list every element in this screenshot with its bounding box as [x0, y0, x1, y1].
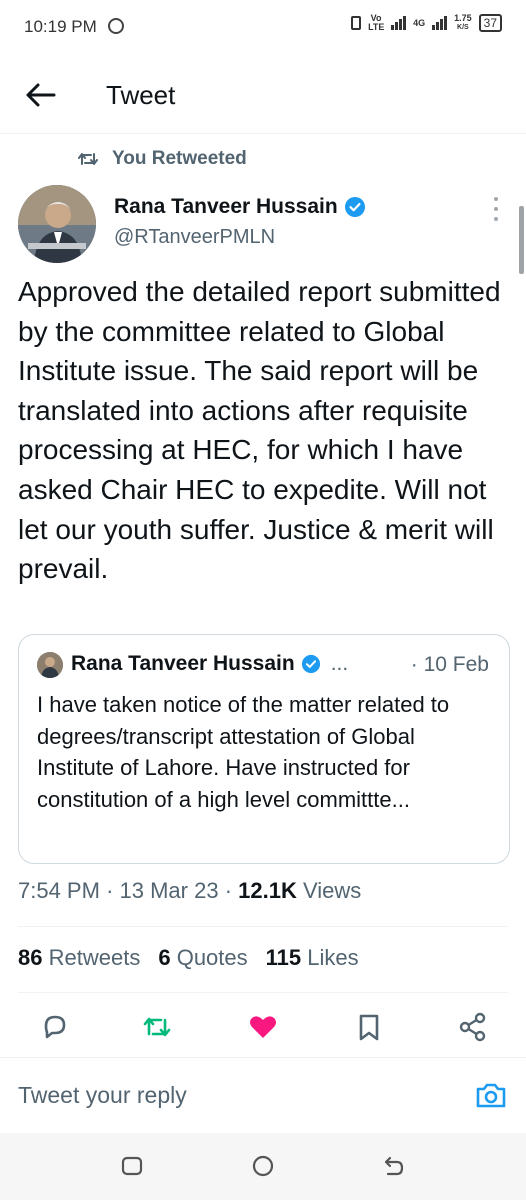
top-bar: Tweet [0, 58, 526, 134]
scrollbar[interactable] [519, 206, 524, 274]
system-nav-bar [0, 1133, 526, 1200]
meta-separator: · [224, 878, 239, 903]
quoted-handle-truncated: ... [330, 652, 349, 675]
volte-label: Vo LTE [368, 13, 385, 32]
tweet-text: Approved the detailed report submitted b… [18, 276, 501, 585]
status-time: 10:19 PM [24, 17, 97, 36]
speed-value: 1.75 [454, 13, 472, 23]
signal-icon-2 [432, 16, 448, 30]
status-bar: 10:19 PM Vo LTE 4G 1.75 K/S 37 [0, 0, 526, 58]
reply-icon[interactable] [38, 1010, 72, 1044]
author-name-row[interactable]: Rana Tanveer Hussain [114, 195, 366, 219]
reply-input[interactable] [18, 1082, 398, 1109]
quoted-author-row: Rana Tanveer Hussain ... [71, 652, 348, 676]
quoted-avatar-image [37, 652, 63, 678]
vibrate-icon [351, 16, 362, 30]
whatsapp-icon [108, 18, 124, 34]
quotes-label: Quotes [176, 945, 248, 970]
quotes-stat[interactable]: 6 Quotes [158, 945, 247, 971]
divider [18, 992, 508, 993]
bookmark-icon[interactable] [352, 1010, 386, 1044]
tweet-time: 7:54 PM [18, 878, 100, 903]
more-options-icon[interactable] [493, 197, 499, 221]
network-label: 4G [413, 17, 426, 28]
retweets-label: Retweets [48, 945, 141, 970]
meta-separator: · [106, 878, 120, 903]
verified-badge-icon [301, 654, 320, 674]
divider [18, 926, 508, 927]
home-icon[interactable] [250, 1153, 276, 1179]
quoted-text: I have taken notice of the matter relate… [37, 692, 450, 812]
speed-unit: K/S [457, 24, 469, 31]
views-label: Views [303, 878, 362, 903]
quoted-avatar [37, 652, 63, 678]
views-count: 12.1K [238, 878, 297, 903]
tweet-date: 13 Mar 23 [119, 878, 219, 903]
likes-count: 115 [265, 945, 302, 970]
quoted-tweet[interactable]: Rana Tanveer Hussain ... · 10 Feb I have… [18, 634, 510, 864]
status-icons: Vo LTE 4G 1.75 K/S 37 [351, 14, 502, 32]
tweet-meta: 7:54 PM · 13 Mar 23 · 12.1K Views [18, 878, 361, 904]
recent-apps-icon[interactable] [119, 1153, 145, 1179]
retweets-stat[interactable]: 86 Retweets [18, 945, 140, 971]
signal-icon [391, 16, 407, 30]
retweet-icon [78, 153, 98, 165]
tweet-stats: 86 Retweets 6 Quotes 115 Likes [18, 945, 359, 971]
camera-icon[interactable] [474, 1080, 508, 1110]
retweet-context: You Retweeted [78, 148, 247, 170]
page-title: Tweet [106, 80, 176, 110]
likes-stat[interactable]: 115 Likes [266, 945, 359, 971]
share-icon[interactable] [456, 1010, 490, 1044]
tweet-actions [0, 1010, 526, 1046]
back-nav-icon[interactable] [381, 1153, 407, 1179]
reply-bar [0, 1057, 526, 1133]
verified-badge-icon [344, 197, 365, 217]
retweet-context-label: You Retweeted [112, 148, 247, 169]
author-handle[interactable]: @RTanveerPMLN [114, 226, 275, 249]
likes-label: Likes [307, 945, 359, 970]
avatar-image [18, 185, 96, 263]
like-icon[interactable] [246, 1010, 280, 1044]
data-speed: 1.75 K/S [454, 14, 472, 32]
retweets-count: 86 [18, 945, 43, 970]
retweet-icon[interactable] [140, 1010, 174, 1044]
avatar[interactable] [18, 185, 96, 263]
battery-icon: 37 [478, 14, 502, 32]
quoted-date: · 10 Feb [410, 653, 489, 676]
back-arrow-icon[interactable] [24, 80, 58, 110]
quotes-count: 6 [158, 945, 171, 970]
quoted-author-name: Rana Tanveer Hussain [71, 652, 295, 675]
author-name[interactable]: Rana Tanveer Hussain [114, 195, 338, 219]
